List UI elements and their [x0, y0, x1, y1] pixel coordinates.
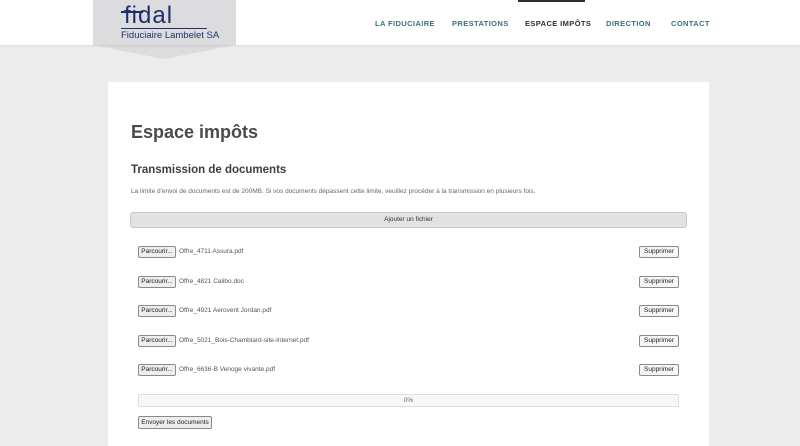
file-name: Offre_4921 Aerovent Jordan.pdf [179, 307, 272, 314]
file-row: Parcourir... Offre_4821 Calibo.doc Suppr… [138, 276, 680, 290]
logo-arrow [93, 45, 235, 59]
browse-button[interactable]: Parcourir... [138, 246, 176, 258]
file-row: Parcourir... Offre_4921 Aerovent Jordan.… [138, 305, 680, 319]
delete-button[interactable]: Supprimer [639, 364, 679, 376]
nav-prestations[interactable]: PRESTATIONS [452, 19, 509, 28]
file-name: Offre_4821 Calibo.doc [179, 278, 244, 285]
upload-progress-bar: 0% [138, 394, 679, 407]
browse-button[interactable]: Parcourir... [138, 335, 176, 347]
upload-progress-label: 0% [403, 397, 414, 404]
nav-contact[interactable]: CONTACT [671, 19, 710, 28]
upload-limit-info: La limite d'envoi de documents est de 20… [131, 188, 536, 195]
logo-underline [121, 28, 207, 29]
file-name: Offre_6636-B Venoge vivante.pdf [179, 366, 276, 373]
delete-button[interactable]: Supprimer [639, 335, 679, 347]
section-title: Transmission de documents [131, 164, 287, 176]
file-row: Parcourir... Offre_6636-B Venoge vivante… [138, 364, 680, 378]
file-name: Offre_4711 Assura.pdf [179, 248, 244, 255]
file-row: Parcourir... Offre_4711 Assura.pdf Suppr… [138, 246, 680, 260]
active-nav-indicator [518, 0, 585, 2]
nav-direction[interactable]: DIRECTION [606, 19, 651, 28]
send-documents-button[interactable]: Envoyer les documents [138, 416, 212, 429]
delete-button[interactable]: Supprimer [639, 246, 679, 258]
file-name: Offre_5021_Bois-Chamblard-site-Internet.… [179, 337, 309, 344]
nav-la-fiduciaire[interactable]: LA FIDUCIAIRE [375, 19, 435, 28]
delete-button[interactable]: Supprimer [639, 276, 679, 288]
page-title: Espace impôts [131, 122, 259, 142]
browse-button[interactable]: Parcourir... [138, 305, 176, 317]
logo-wordmark[interactable]: fidal [124, 4, 173, 28]
browse-button[interactable]: Parcourir... [138, 276, 176, 288]
nav-espace-impots[interactable]: ESPACE IMPÔTS [525, 19, 591, 28]
delete-button[interactable]: Supprimer [639, 305, 679, 317]
add-file-button[interactable]: Ajouter un fichier [130, 212, 687, 228]
logo-subtitle: Fiduciaire Lambelet SA [121, 30, 220, 41]
browse-button[interactable]: Parcourir... [138, 364, 176, 376]
top-navigation-bar: fidal Fiduciaire Lambelet SA LA FIDUCIAI… [0, 0, 800, 45]
file-row: Parcourir... Offre_5021_Bois-Chamblard-s… [138, 335, 680, 349]
